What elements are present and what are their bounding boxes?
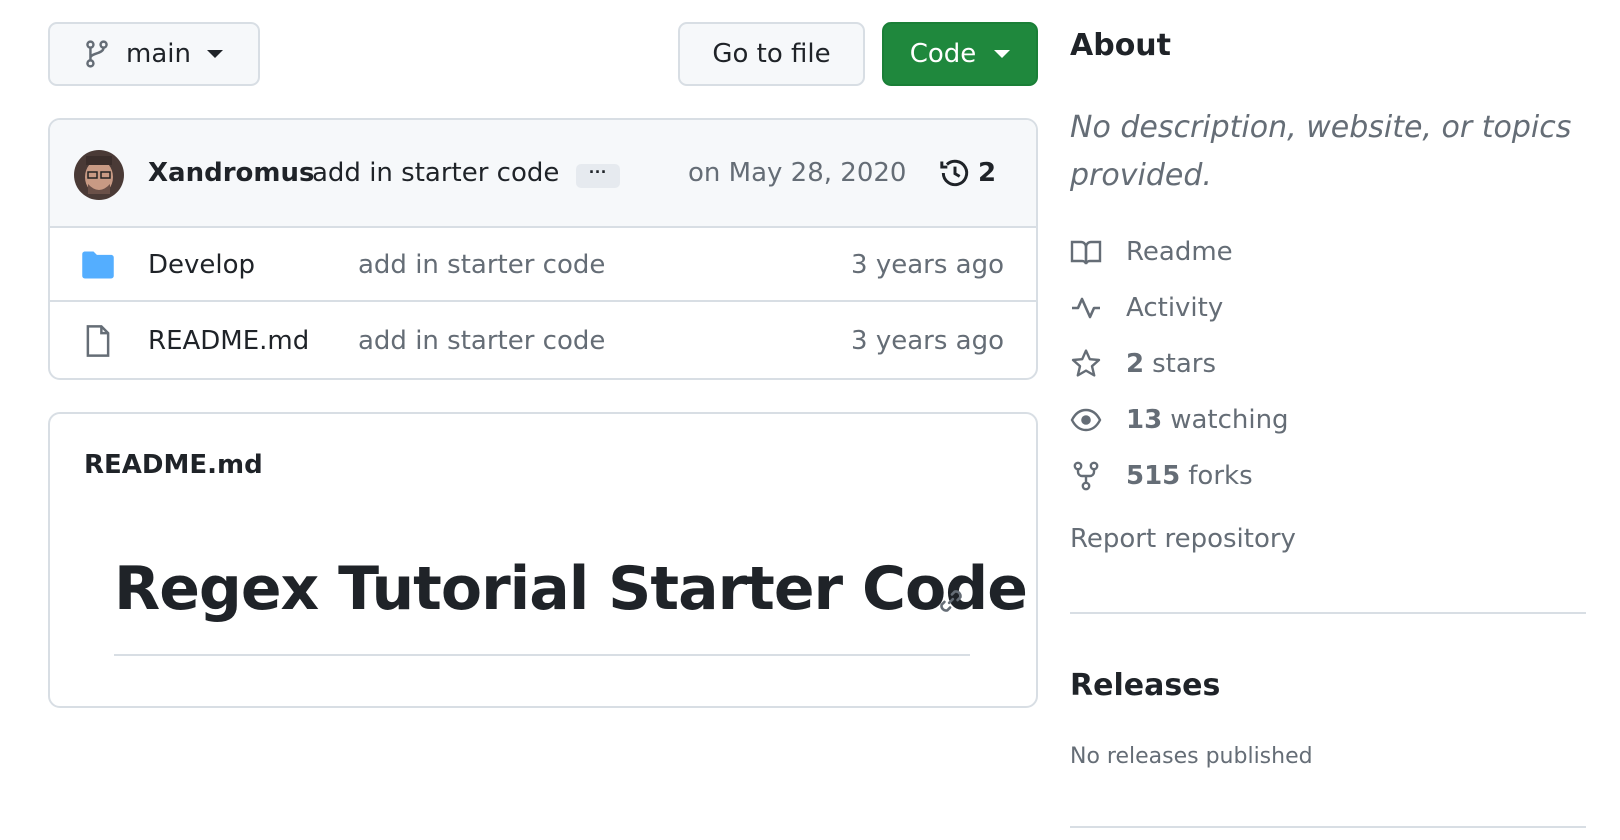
star-icon [1071, 349, 1101, 377]
file-icon [86, 325, 110, 357]
readme-link[interactable]: Readme [1070, 232, 1233, 272]
releases-heading[interactable]: Releases [1070, 668, 1220, 703]
file-commit-message[interactable]: add in starter code [358, 250, 605, 280]
readme-filename[interactable]: README.md [84, 450, 263, 480]
readme-heading: Regex Tutorial Starter Code [114, 554, 1028, 624]
commit-expand-button[interactable]: ··· [576, 163, 620, 188]
latest-commit-bar: Xandromus add in starter code ··· on May… [50, 120, 1036, 228]
chevron-down-icon [994, 50, 1011, 58]
about-heading: About [1070, 28, 1172, 63]
file-age: 3 years ago [851, 326, 1004, 356]
branch-select-button[interactable]: main [48, 22, 260, 86]
avatar[interactable] [74, 150, 124, 200]
go-to-file-label: Go to file [712, 39, 831, 69]
link-icon[interactable] [936, 586, 966, 616]
releases-empty-text: No releases published [1070, 744, 1313, 769]
forks-label: forks [1188, 461, 1253, 491]
file-row[interactable]: README.md add in starter code 3 years ag… [50, 304, 1036, 378]
branch-label: main [126, 39, 191, 69]
about-description: No description, website, or topics provi… [1070, 110, 1572, 193]
pulse-icon [1072, 297, 1100, 319]
watching-label: watching [1170, 405, 1289, 435]
file-name-link[interactable]: README.md [148, 326, 309, 356]
forks-link[interactable]: 515 forks [1070, 456, 1253, 496]
eye-icon [1070, 408, 1102, 432]
file-commit-message[interactable]: add in starter code [358, 326, 605, 356]
book-icon [1070, 240, 1102, 265]
readme-link-label: Readme [1126, 237, 1233, 267]
commit-message-link[interactable]: add in starter code [312, 158, 559, 188]
forks-count: 515 [1126, 461, 1181, 491]
stars-count: 2 [1126, 349, 1145, 379]
watchers-link[interactable]: 13 watching [1070, 400, 1289, 440]
folder-icon [82, 251, 114, 279]
commit-author-link[interactable]: Xandromus [148, 158, 314, 188]
activity-link-label: Activity [1126, 293, 1224, 323]
stars-label: stars [1152, 349, 1217, 379]
watching-count: 13 [1126, 405, 1163, 435]
code-label: Code [909, 39, 977, 69]
history-icon[interactable] [938, 156, 972, 190]
commit-count[interactable]: 2 [978, 158, 996, 188]
code-button[interactable]: Code [882, 22, 1038, 86]
sidebar-divider [1070, 826, 1586, 828]
report-repository-link[interactable]: Report repository [1070, 524, 1296, 554]
fork-icon [1073, 461, 1099, 491]
readme-panel: README.md Regex Tutorial Starter Code [48, 412, 1038, 708]
go-to-file-button[interactable]: Go to file [678, 22, 865, 86]
file-row[interactable]: Develop add in starter code 3 years ago [50, 228, 1036, 302]
git-branch-icon [86, 40, 108, 68]
stars-link[interactable]: 2 stars [1070, 344, 1216, 384]
heading-divider [114, 654, 970, 656]
chevron-down-icon [206, 50, 223, 58]
activity-link[interactable]: Activity [1070, 288, 1223, 328]
file-name-link[interactable]: Develop [148, 250, 255, 280]
file-browser: Xandromus add in starter code ··· on May… [48, 118, 1038, 380]
sidebar-divider [1070, 612, 1586, 614]
file-age: 3 years ago [851, 250, 1004, 280]
commit-date: on May 28, 2020 [688, 158, 907, 188]
